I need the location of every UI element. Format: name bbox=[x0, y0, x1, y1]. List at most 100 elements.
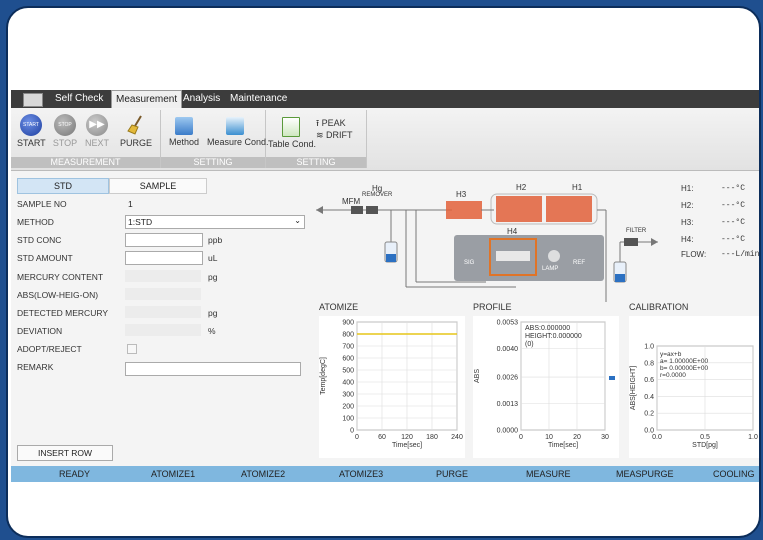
y-tick-label: 0.0013 bbox=[497, 401, 519, 408]
ribbon-group-setting: Method Measure Cond. SETTING bbox=[161, 110, 269, 168]
calibration-legend-text: a= 1.00000E+00 bbox=[660, 358, 708, 365]
remark-label: REMARK bbox=[17, 362, 54, 372]
tab-sample[interactable]: SAMPLE bbox=[109, 178, 207, 194]
y-tick-label: 0.6 bbox=[644, 377, 654, 384]
filter-label: FILTER bbox=[626, 228, 647, 234]
menu-bar: Self Check Measurement Analysis Maintena… bbox=[11, 90, 759, 109]
x-tick-label: 1.0 bbox=[748, 434, 758, 441]
x-tick-label: 120 bbox=[401, 434, 413, 441]
purge-button[interactable]: PURGE bbox=[119, 114, 153, 148]
std-amount-unit: uL bbox=[208, 253, 218, 263]
y-axis-label: ABS[HEIGHT] bbox=[630, 366, 637, 410]
y-tick-label: 700 bbox=[342, 344, 354, 351]
table-icon bbox=[282, 117, 300, 137]
status-ready: READY bbox=[59, 469, 91, 479]
remark-input[interactable] bbox=[125, 362, 301, 376]
atomize-title: ATOMIZE bbox=[319, 302, 359, 312]
tab-self-check[interactable]: Self Check bbox=[51, 90, 107, 108]
start-label: START bbox=[17, 138, 46, 148]
insert-row-button[interactable]: INSERT ROW bbox=[17, 445, 113, 461]
calibration-chart: CALIBRATION 0.0 0.2 0.4 0.6 0.8 1.0 0.0 0.5 1.0 S… bbox=[629, 302, 759, 458]
tab-analysis[interactable]: Analysis bbox=[179, 90, 224, 108]
y-axis-label: Temp[degC] bbox=[320, 357, 327, 395]
method-select[interactable]: 1:STD ⌄ bbox=[125, 215, 305, 229]
mercury-content-unit: pg bbox=[208, 272, 218, 282]
h1-label: H1 bbox=[572, 183, 583, 192]
flow-readout-label: FLOW: bbox=[681, 250, 707, 259]
x-tick-label: 240 bbox=[451, 434, 463, 441]
x-tick-label: 10 bbox=[545, 434, 553, 441]
stop-button[interactable]: STOP STOP bbox=[51, 114, 79, 148]
std-conc-unit: ppb bbox=[208, 235, 223, 245]
tab-std[interactable]: STD bbox=[17, 178, 109, 194]
ribbon-group-measurement: START START STOP STOP ▶▶ NEXT PURGE MEAS… bbox=[11, 110, 161, 168]
tab-maintenance[interactable]: Maintenance bbox=[226, 90, 291, 108]
h4-readout-label: H4: bbox=[681, 235, 694, 244]
h1-readout-label: H1: bbox=[681, 184, 694, 193]
y-tick-label: 800 bbox=[342, 332, 354, 339]
detected-mercury-value bbox=[125, 306, 201, 318]
status-atomize1: ATOMIZE1 bbox=[151, 469, 196, 479]
y-tick-label: 100 bbox=[342, 416, 354, 423]
start-button[interactable]: START START bbox=[17, 114, 46, 148]
profile-title: PROFILE bbox=[473, 302, 512, 312]
ribbon-toolbar: START START STOP STOP ▶▶ NEXT PURGE MEAS… bbox=[11, 108, 759, 171]
profile-legend-text: (0) bbox=[525, 341, 534, 348]
h2-label: H2 bbox=[516, 183, 527, 192]
sig-label: SIG bbox=[464, 260, 475, 266]
next-button[interactable]: ▶▶ NEXT bbox=[83, 114, 111, 148]
h2-readout-label: H2: bbox=[681, 201, 694, 210]
detected-mercury-label: DETECTED MERCURY bbox=[17, 308, 108, 318]
application-window: Self Check Measurement Analysis Maintena… bbox=[11, 90, 759, 482]
adopt-reject-checkbox[interactable] bbox=[127, 344, 137, 354]
drift-label: DRIFT bbox=[326, 130, 353, 140]
start-icon: START bbox=[20, 114, 42, 136]
x-tick-label: 0 bbox=[355, 434, 359, 441]
measure-cond-button[interactable]: Measure Cond. bbox=[207, 114, 269, 147]
mercury-content-value bbox=[125, 270, 201, 282]
mercury-content-label: MERCURY CONTENT bbox=[17, 272, 104, 282]
next-label: NEXT bbox=[84, 138, 109, 148]
ribbon-group-caption: SETTING bbox=[161, 157, 265, 168]
status-bar: READY ATOMIZE1 ATOMIZE2 ATOMIZE3 PURGE M… bbox=[11, 466, 759, 482]
deviation-value bbox=[125, 324, 201, 336]
y-tick-label: 1.0 bbox=[644, 344, 654, 351]
abs-label: ABS(LOW-HEIG-ON) bbox=[17, 290, 99, 300]
y-tick-label: 0.4 bbox=[644, 394, 654, 401]
y-tick-label: 300 bbox=[342, 392, 354, 399]
calibration-legend-text: r=0.0000 bbox=[660, 372, 686, 379]
broom-icon bbox=[125, 114, 147, 136]
sample-no-label: SAMPLE NO bbox=[17, 199, 67, 209]
y-tick-label: 0 bbox=[350, 428, 354, 435]
x-tick-label: 20 bbox=[573, 434, 581, 441]
x-tick-label: 60 bbox=[378, 434, 386, 441]
drift-icon: ≋ bbox=[316, 130, 327, 140]
y-tick-label: 0.0000 bbox=[497, 428, 519, 435]
profile-scroll-marker bbox=[609, 376, 615, 380]
drift-button[interactable]: ≋ DRIFT bbox=[316, 130, 353, 141]
profile-legend-text: HEIGHT:0.000000 bbox=[525, 333, 582, 340]
h1-readout-value: ---°C bbox=[721, 184, 746, 193]
detected-mercury-unit: pg bbox=[208, 308, 218, 318]
ribbon-group-caption: MEASUREMENT bbox=[11, 157, 160, 168]
x-axis-label: Time[sec] bbox=[548, 442, 578, 449]
y-tick-label: 600 bbox=[342, 356, 354, 363]
app-icon[interactable] bbox=[23, 93, 43, 107]
calibration-legend-text: y=ax+b bbox=[660, 351, 682, 358]
std-amount-input[interactable] bbox=[125, 251, 203, 265]
chevron-down-icon: ⌄ bbox=[294, 216, 301, 225]
sample-no-value: 1 bbox=[128, 199, 133, 209]
method-button[interactable]: Method bbox=[165, 114, 203, 147]
x-tick-label: 180 bbox=[426, 434, 438, 441]
calibration-plot: 0.00.20.40.60.81.00.0 0.5 1.0STD[pg]ABS[HE… bbox=[630, 344, 758, 450]
y-tick-label: 0.0026 bbox=[497, 375, 519, 382]
remover-label: REMOVER bbox=[362, 192, 393, 198]
tab-measurement[interactable]: Measurement bbox=[111, 90, 183, 109]
method-icon bbox=[175, 117, 193, 135]
table-cond-button[interactable]: Table Cond. bbox=[268, 114, 316, 149]
status-measpurge: MEASPURGE bbox=[616, 469, 674, 479]
screenshot-frame: Self Check Measurement Analysis Maintena… bbox=[6, 6, 761, 538]
std-conc-input[interactable] bbox=[125, 233, 203, 247]
std-amount-label: STD AMOUNT bbox=[17, 253, 73, 263]
calibration-title: CALIBRATION bbox=[629, 302, 689, 312]
